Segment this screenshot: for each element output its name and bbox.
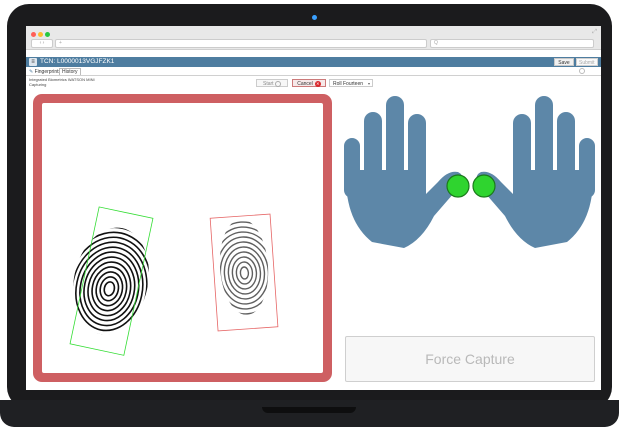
app-title-bar: ≡ TCN: L0000013VGJFZK1 — [26, 57, 601, 67]
browser-chrome: ⤢ ‹ › + Q — [26, 26, 601, 50]
capture-frame — [33, 94, 332, 382]
search-icon: Q — [434, 40, 438, 46]
save-button[interactable]: Save — [554, 58, 574, 66]
laptop-base — [0, 400, 619, 427]
chevron-down-icon: ▾ — [367, 81, 370, 86]
back-forward-buttons[interactable]: ‹ › — [31, 39, 53, 48]
submit-label: Submit — [579, 60, 595, 66]
left-thumb-indicator[interactable] — [446, 174, 470, 198]
cancel-button[interactable]: Cancel ✕ — [292, 79, 326, 87]
laptop-notch — [262, 407, 356, 413]
minimize-window-button[interactable] — [38, 32, 43, 37]
capture-box-left — [69, 206, 154, 356]
submit-status-icon — [579, 67, 585, 74]
hands-diagram — [344, 96, 595, 248]
screen: ⤢ ‹ › + Q ≡ TCN: L0000013VGJFZK1 Save Su… — [26, 26, 601, 390]
browser-search-input[interactable]: Q — [430, 39, 594, 48]
address-bar[interactable]: + — [55, 39, 427, 48]
close-circle-icon: ✕ — [314, 80, 321, 87]
capture-status: Capturing — [29, 82, 47, 87]
fingerprint-images — [63, 206, 279, 356]
camera-dot — [312, 15, 317, 20]
right-thumb-indicator[interactable] — [472, 174, 496, 198]
capture-type-value: Roll Fourteen — [333, 81, 364, 87]
menu-icon[interactable]: ≡ — [29, 58, 37, 66]
left-hand — [344, 96, 463, 248]
close-window-button[interactable] — [31, 32, 36, 37]
right-hand — [476, 96, 595, 248]
start-icon — [274, 80, 281, 87]
expand-icon[interactable]: ⤢ — [592, 29, 597, 36]
submit-button[interactable]: Submit — [576, 58, 598, 74]
fingerprint-left — [63, 226, 159, 342]
laptop-frame: ⤢ ‹ › + Q ≡ TCN: L0000013VGJFZK1 Save Su… — [0, 0, 619, 427]
force-capture-button[interactable]: Force Capture — [345, 336, 595, 382]
start-button[interactable]: Start — [256, 79, 288, 87]
capture-type-select[interactable]: Roll Fourteen ▾ — [329, 79, 373, 87]
left-palm — [345, 170, 463, 248]
start-label: Start — [263, 81, 274, 87]
maximize-window-button[interactable] — [45, 32, 50, 37]
tab-divider — [26, 75, 601, 76]
cancel-label: Cancel — [297, 81, 313, 87]
capture-area — [42, 103, 323, 373]
new-tab-icon: + — [59, 40, 62, 46]
tcn-label: TCN: L0000013VGJFZK1 — [40, 58, 115, 65]
